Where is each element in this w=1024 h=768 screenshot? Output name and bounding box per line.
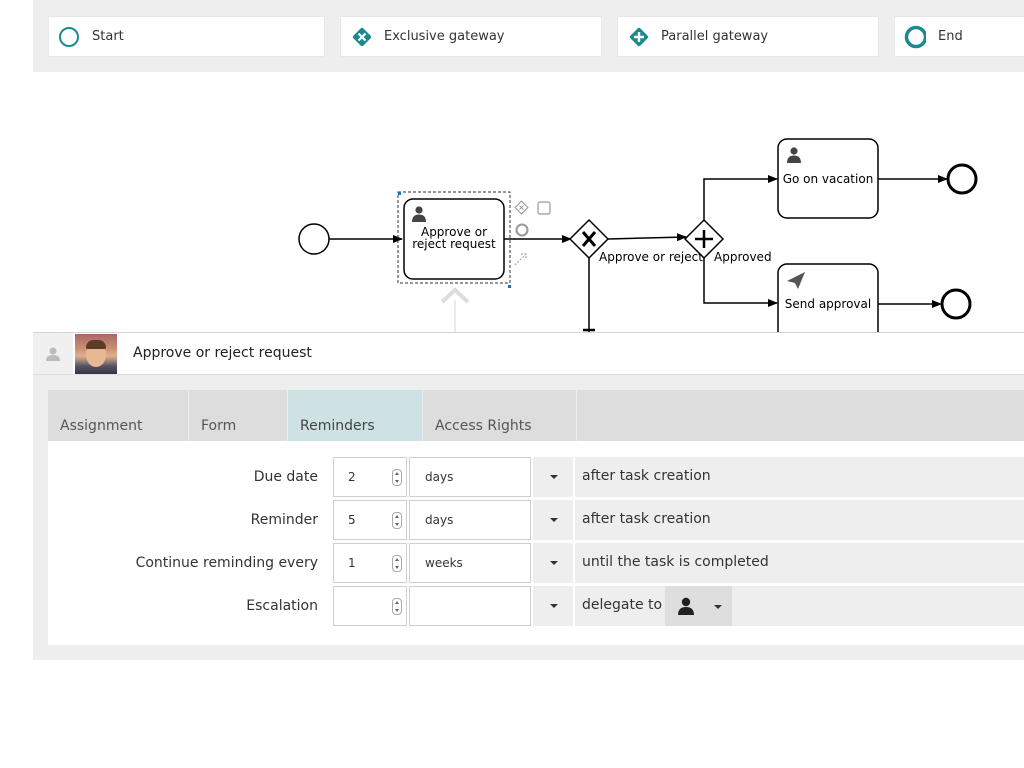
panel-header: Approve or reject request xyxy=(33,333,1024,375)
parallel-gateway-icon xyxy=(627,26,649,48)
chevron-down-icon[interactable] xyxy=(533,457,573,497)
end-event-vacation[interactable] xyxy=(946,163,978,195)
due-date-row: Due date 2 days after task creation xyxy=(48,457,1024,499)
avatar[interactable] xyxy=(75,334,117,374)
reminder-unit-select[interactable]: days xyxy=(409,500,531,540)
diagram-canvas[interactable]: Approve or reject request Approve or rej… xyxy=(33,72,1024,332)
spinner-icon[interactable] xyxy=(392,598,402,615)
continue-reminding-unit-select[interactable]: weeks xyxy=(409,543,531,583)
exclusive-gateway-icon xyxy=(350,26,372,48)
escalation-unit-select[interactable] xyxy=(409,586,531,626)
palette-parallel-gateway-label: Parallel gateway xyxy=(661,29,769,44)
escalation-label: Escalation xyxy=(246,598,318,614)
end-event-icon xyxy=(904,25,926,48)
end-event-send[interactable] xyxy=(940,288,972,320)
escalation-suffix: delegate to xyxy=(575,586,1024,626)
reminder-label: Reminder xyxy=(250,512,318,528)
reminder-row: Reminder 5 days after task creation xyxy=(48,500,1024,542)
chevron-down-icon[interactable] xyxy=(533,586,573,626)
reminders-form: Due date 2 days after task creation Remi… xyxy=(48,441,1024,645)
tab-access-rights[interactable]: Access Rights xyxy=(423,390,577,441)
chevron-down-icon[interactable] xyxy=(533,543,573,583)
tab-reminders[interactable]: Reminders xyxy=(288,390,423,441)
tab-bar: Assignment Form Reminders Access Rights xyxy=(48,390,1024,441)
continue-reminding-number-input[interactable]: 1 xyxy=(333,543,407,583)
flow-label-approved: Approved xyxy=(714,250,772,264)
spinner-icon[interactable] xyxy=(392,555,402,572)
delegate-user-dropdown[interactable] xyxy=(665,586,732,626)
due-date-label: Due date xyxy=(253,469,318,485)
due-date-suffix: after task creation xyxy=(575,457,1024,497)
palette-exclusive-gateway-label: Exclusive gateway xyxy=(384,29,505,44)
palette-start[interactable]: Start xyxy=(48,16,325,57)
user-icon[interactable] xyxy=(33,333,73,374)
palette-toolbar: Start Exclusive gateway Parallel gateway… xyxy=(33,0,1024,72)
palette-exclusive-gateway[interactable]: Exclusive gateway xyxy=(340,16,602,57)
properties-panel: Approve or reject request Assignment For… xyxy=(33,332,1024,660)
append-gateway-icon[interactable] xyxy=(514,200,529,215)
user-icon xyxy=(678,597,694,615)
start-event-icon xyxy=(58,26,80,48)
task-go-on-vacation-label: Go on vacation xyxy=(783,172,874,186)
palette-end-label: End xyxy=(938,29,963,44)
palette-start-label: Start xyxy=(92,29,124,44)
due-date-unit-select[interactable]: days xyxy=(409,457,531,497)
append-task-icon[interactable] xyxy=(537,201,551,215)
task-send-approval-label: Send approval xyxy=(785,297,871,311)
task-approve-label-line2: reject request xyxy=(412,237,496,251)
reminder-suffix: after task creation xyxy=(575,500,1024,540)
tab-form[interactable]: Form xyxy=(189,390,288,441)
flow-label-approve-or-reject: Approve or reject xyxy=(599,250,703,264)
panel-title: Approve or reject request xyxy=(133,345,312,361)
continue-reminding-row: Continue reminding every 1 weeks until t… xyxy=(48,543,1024,585)
escalation-row: Escalation delegate to xyxy=(48,586,1024,628)
spinner-icon[interactable] xyxy=(392,512,402,529)
palette-parallel-gateway[interactable]: Parallel gateway xyxy=(617,16,879,57)
continue-reminding-suffix: until the task is completed xyxy=(575,543,1024,583)
palette-end[interactable]: End xyxy=(894,16,1024,57)
start-event[interactable] xyxy=(298,223,330,255)
reminder-number-input[interactable]: 5 xyxy=(333,500,407,540)
connect-icon[interactable] xyxy=(514,253,527,266)
append-end-event-icon[interactable] xyxy=(515,223,529,237)
context-pad xyxy=(514,200,551,266)
chevron-down-icon[interactable] xyxy=(533,500,573,540)
continue-reminding-label: Continue reminding every xyxy=(135,555,318,571)
chevron-down-icon xyxy=(714,605,722,609)
escalation-number-input[interactable] xyxy=(333,586,407,626)
spinner-icon[interactable] xyxy=(392,469,402,486)
tab-assignment[interactable]: Assignment xyxy=(48,390,189,441)
due-date-number-input[interactable]: 2 xyxy=(333,457,407,497)
